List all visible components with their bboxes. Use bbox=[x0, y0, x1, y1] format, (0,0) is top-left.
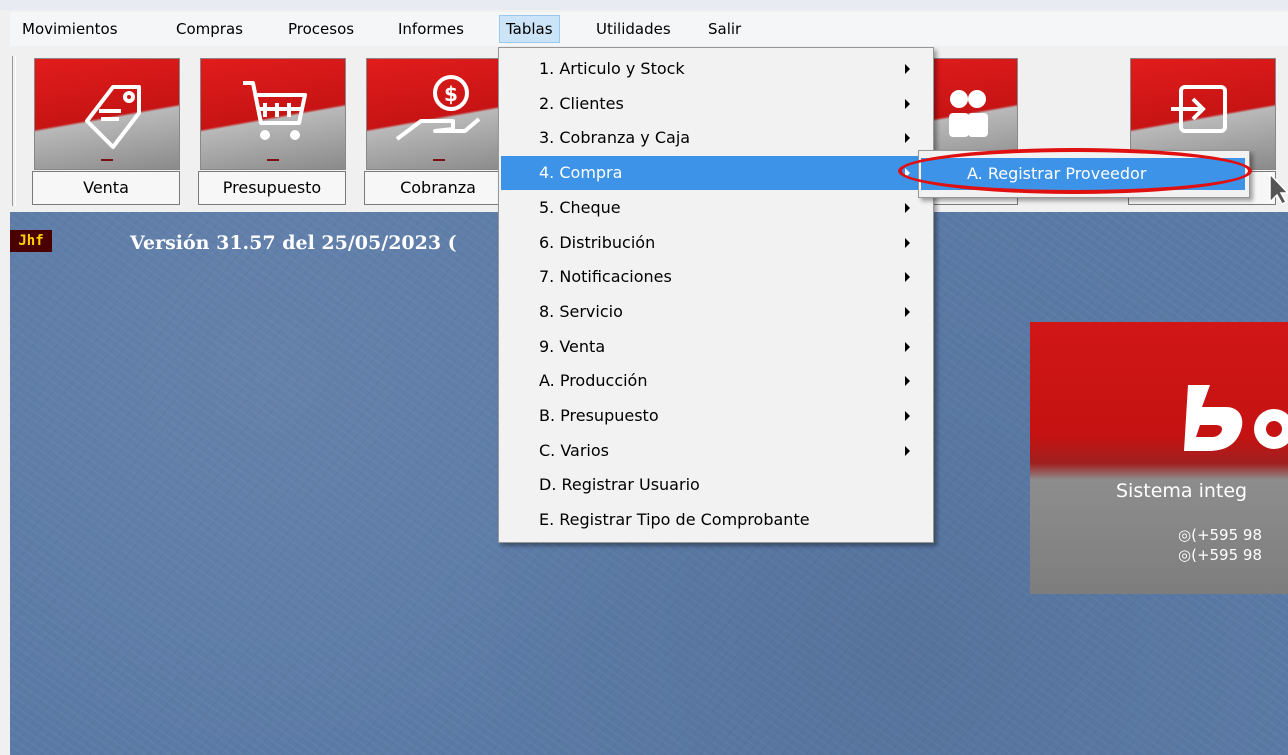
cobranza-button[interactable]: $ Cobranza bbox=[364, 56, 512, 206]
brand-logo-panel: Sistema integ ◎(+595 98 ◎(+595 98 bbox=[1030, 322, 1288, 594]
submenu-arrow-icon bbox=[905, 133, 910, 144]
cobranza-label: Cobranza bbox=[364, 171, 512, 205]
submenu-arrow-icon bbox=[905, 98, 910, 109]
menu-item-clientes[interactable]: 2. Clientes bbox=[501, 87, 929, 121]
menu-informes[interactable]: Informes bbox=[392, 16, 470, 42]
menu-item-compra[interactable]: 4. Compra bbox=[501, 156, 929, 191]
submenu-arrow-icon bbox=[905, 306, 910, 317]
menu-utilidades[interactable]: Utilidades bbox=[590, 16, 677, 42]
brand-tagline: Sistema integ bbox=[1116, 480, 1248, 502]
toolbar-separator bbox=[12, 56, 16, 206]
menu-item-registrar-tipo-comprobante[interactable]: E. Registrar Tipo de Comprobante bbox=[501, 503, 929, 537]
whatsapp-icon: ◎ bbox=[1178, 526, 1192, 544]
menu-item-venta[interactable]: 9. Venta bbox=[501, 330, 929, 364]
submenu-arrow-icon bbox=[905, 411, 910, 421]
phone-line-1: ◎(+595 98 bbox=[1178, 526, 1262, 544]
mouse-cursor-icon bbox=[1269, 172, 1288, 205]
shopping-cart-icon bbox=[200, 58, 346, 170]
menu-item-varios[interactable]: C. Varios bbox=[501, 434, 929, 468]
whatsapp-icon: ◎ bbox=[1178, 546, 1192, 564]
submenu-arrow-icon bbox=[905, 341, 910, 352]
phone-line-2: ◎(+595 98 bbox=[1178, 546, 1262, 564]
menu-procesos[interactable]: Procesos bbox=[282, 16, 360, 42]
menu-item-produccion[interactable]: A. Producción bbox=[501, 364, 929, 398]
submenu-arrow-icon bbox=[905, 237, 910, 248]
menu-item-presupuesto[interactable]: B. Presupuesto bbox=[501, 399, 929, 433]
brand-logo-icon bbox=[1184, 385, 1288, 451]
highlight-callout-ellipse bbox=[898, 148, 1252, 194]
submenu-arrow-icon bbox=[905, 202, 910, 213]
menu-movimientos[interactable]: Movimientos bbox=[16, 16, 124, 42]
venta-button[interactable]: Venta bbox=[32, 56, 180, 206]
presupuesto-button[interactable]: Presupuesto bbox=[198, 56, 346, 206]
submenu-arrow-icon bbox=[905, 272, 910, 283]
menu-tablas[interactable]: Tablas bbox=[499, 15, 560, 43]
price-tag-icon bbox=[34, 58, 180, 170]
version-label: Versión 31.57 del 25/05/2023 ( bbox=[130, 232, 457, 254]
user-badge: Jhf bbox=[10, 230, 52, 252]
menu-item-cheque[interactable]: 5. Cheque bbox=[501, 191, 929, 225]
venta-label: Venta bbox=[32, 171, 180, 205]
submenu-arrow-icon bbox=[905, 64, 910, 74]
hand-coin-icon: $ bbox=[366, 58, 512, 170]
menu-item-distribucion[interactable]: 6. Distribución bbox=[501, 226, 929, 260]
presupuesto-label: Presupuesto bbox=[198, 171, 346, 205]
svg-text:$: $ bbox=[444, 82, 458, 106]
submenu-arrow-icon bbox=[905, 376, 910, 387]
title-strip bbox=[0, 0, 1288, 10]
menu-item-registrar-usuario[interactable]: D. Registrar Usuario bbox=[501, 468, 929, 502]
menu-item-cobranza-caja[interactable]: 3. Cobranza y Caja bbox=[501, 121, 929, 155]
menu-item-notificaciones[interactable]: 7. Notificaciones bbox=[501, 260, 929, 294]
submenu-arrow-icon bbox=[905, 445, 910, 456]
menu-item-servicio[interactable]: 8. Servicio bbox=[501, 295, 929, 329]
menu-bar: Movimientos Compras Procesos Informes Ta… bbox=[10, 12, 1288, 47]
tablas-dropdown-menu: 1. Articulo y Stock 2. Clientes 3. Cobra… bbox=[498, 47, 934, 543]
menu-compras[interactable]: Compras bbox=[170, 16, 249, 42]
menu-item-articulo-stock[interactable]: 1. Articulo y Stock bbox=[501, 52, 929, 86]
menu-salir[interactable]: Salir bbox=[702, 16, 747, 42]
